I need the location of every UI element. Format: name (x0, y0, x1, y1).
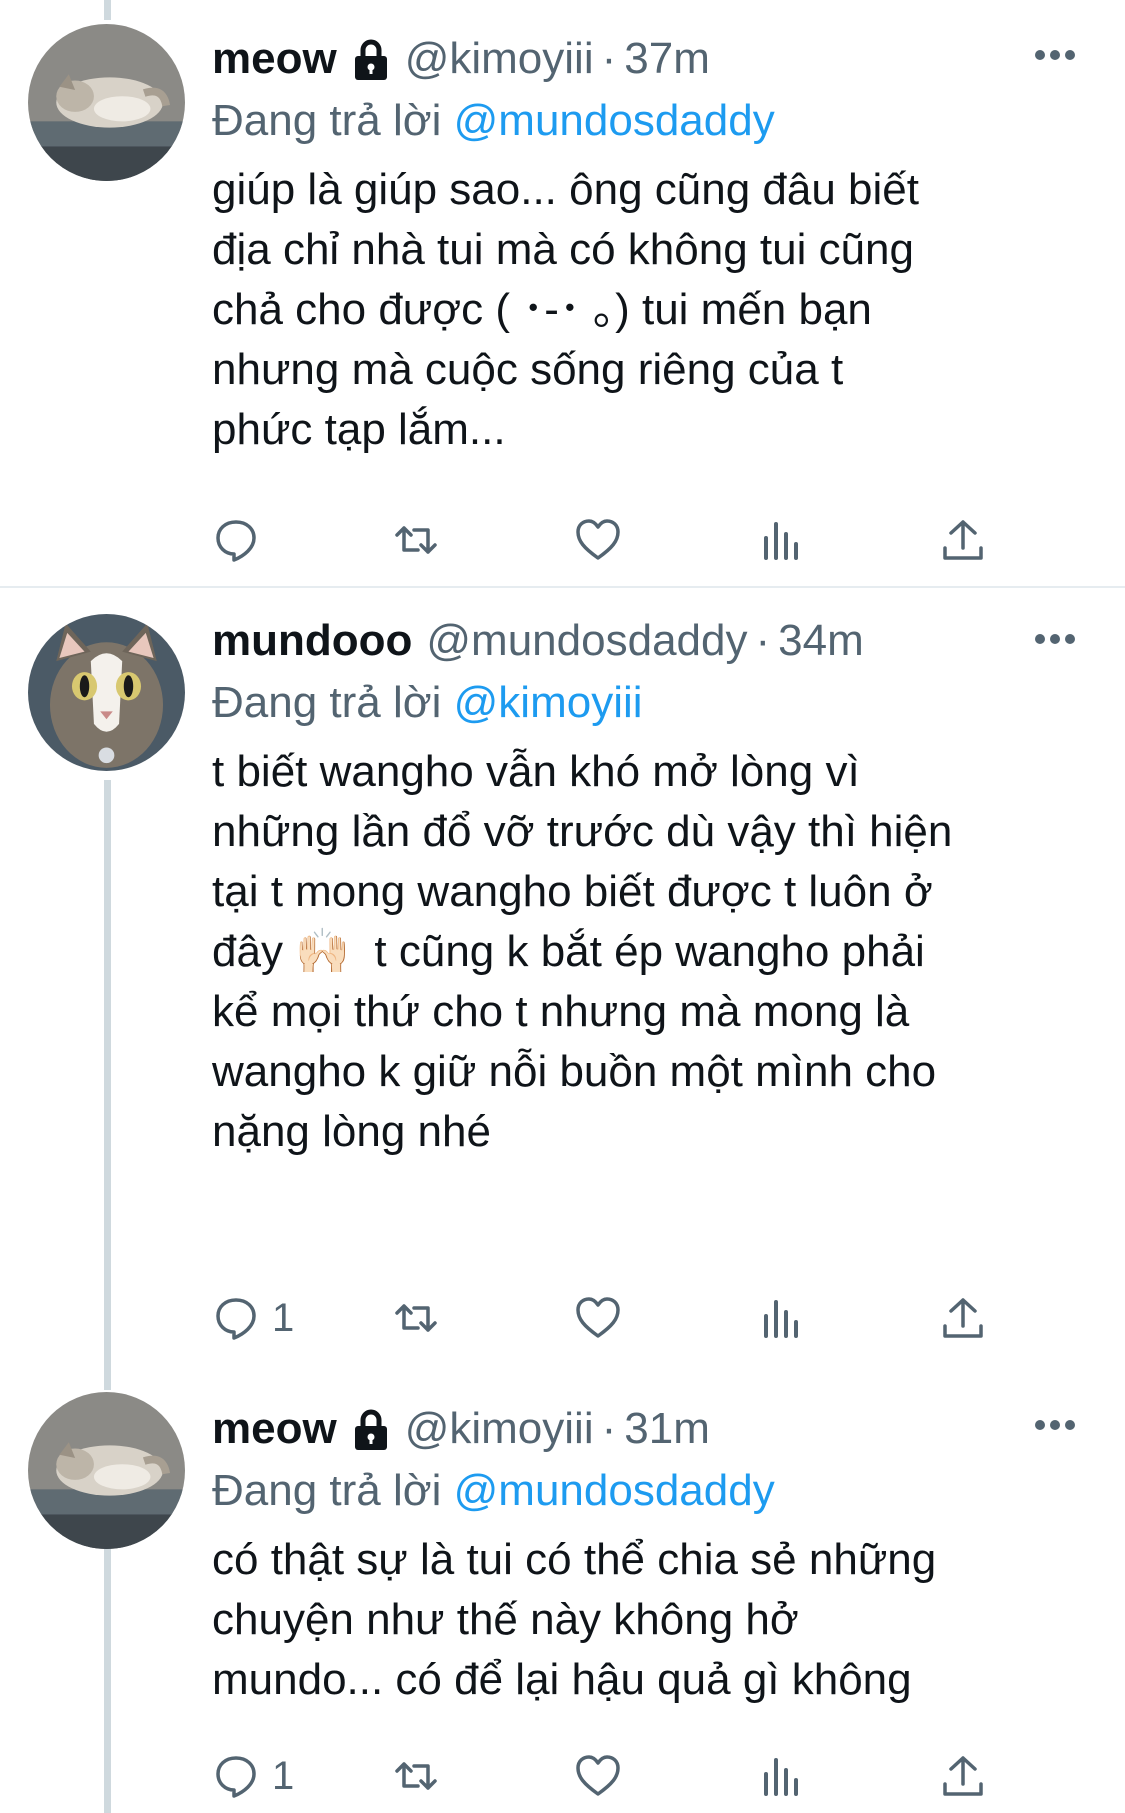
share-button[interactable] (939, 510, 987, 570)
like-button[interactable] (574, 1746, 622, 1806)
retweet-button[interactable] (392, 510, 440, 570)
more-options-icon[interactable] (1033, 632, 1077, 646)
separator-dot: · (601, 34, 617, 83)
tweet[interactable]: meow @kimoyiii · 37m Đang trả lời @mundo… (0, 0, 1125, 585)
display-name[interactable]: meow (212, 1398, 337, 1460)
reply-icon (216, 1298, 256, 1340)
user-handle[interactable]: @kimoyiii (405, 28, 594, 90)
action-bar: 1 (212, 1746, 1012, 1806)
tabby-cat-avatar-icon (28, 614, 185, 771)
replying-to: Đang trả lời @mundosdaddy (212, 90, 1085, 152)
avatar[interactable] (28, 24, 185, 181)
tweet-header: mundooo @mundosdaddy · 34m (212, 610, 1085, 672)
action-bar: 1 (212, 1288, 1012, 1348)
heart-icon (576, 1297, 620, 1338)
replying-to-label: Đang trả lời (212, 1466, 442, 1515)
user-handle[interactable]: @mundosdaddy (426, 610, 747, 672)
share-button[interactable] (939, 1746, 987, 1806)
timestamp[interactable]: 34m (778, 610, 864, 672)
tweet-header: meow @kimoyiii · 37m (212, 28, 1085, 90)
display-name[interactable]: mundooo (212, 610, 412, 672)
action-bar (212, 510, 1012, 570)
lock-icon (354, 1409, 387, 1450)
more-options-icon[interactable] (1033, 48, 1077, 62)
reply-icon (216, 1756, 256, 1798)
retweet-icon (395, 1762, 437, 1790)
tweet-header: meow @kimoyiii · 31m (212, 1398, 1085, 1460)
retweet-icon (395, 526, 437, 554)
reply-count: 1 (272, 1753, 295, 1798)
separator-dot: · (601, 1404, 617, 1453)
more-options-icon[interactable] (1033, 1418, 1077, 1432)
replying-to: Đang trả lời @kimoyiii (212, 672, 1085, 734)
share-button[interactable] (939, 1288, 987, 1348)
reply-button[interactable] (212, 510, 272, 570)
like-button[interactable] (574, 510, 622, 570)
heart-icon (576, 1755, 620, 1796)
heart-icon (576, 519, 620, 560)
sleeping-cat-avatar-icon (28, 1392, 185, 1549)
share-icon (943, 1298, 983, 1338)
reply-icon (216, 520, 256, 562)
mention-link[interactable]: @mundosdaddy (454, 1466, 775, 1515)
mention-link[interactable]: @kimoyiii (454, 678, 643, 727)
lock-icon (354, 39, 387, 80)
analytics-icon (764, 1758, 798, 1796)
reply-button[interactable]: 1 (212, 1288, 294, 1348)
share-icon (943, 1756, 983, 1796)
analytics-icon (764, 1300, 798, 1338)
timestamp[interactable]: 31m (624, 1398, 710, 1460)
avatar[interactable] (28, 1392, 185, 1549)
replying-to-label: Đang trả lời (212, 678, 442, 727)
retweet-button[interactable] (392, 1746, 440, 1806)
analytics-icon (764, 522, 798, 560)
sleeping-cat-avatar-icon (28, 24, 185, 181)
user-handle[interactable]: @kimoyiii (405, 1398, 594, 1460)
like-button[interactable] (574, 1288, 622, 1348)
avatar[interactable] (28, 614, 185, 771)
retweet-icon (395, 1304, 437, 1332)
views-button[interactable] (758, 510, 806, 570)
tweet[interactable]: meow @kimoyiii · 31m Đang trả lời @mundo… (0, 1368, 1125, 1813)
tweet[interactable]: mundooo @mundosdaddy · 34m Đang trả lời … (0, 588, 1125, 1368)
retweet-button[interactable] (392, 1288, 440, 1348)
views-button[interactable] (758, 1746, 806, 1806)
tweet-text: giúp là giúp sao... ông cũng đâu biết đị… (212, 165, 919, 454)
tweet-text: có thật sự là tui có thể chia sẻ những c… (212, 1535, 937, 1704)
timestamp[interactable]: 37m (624, 28, 710, 90)
display-name[interactable]: meow (212, 28, 337, 90)
mention-link[interactable]: @mundosdaddy (454, 96, 775, 145)
reply-count: 1 (272, 1295, 295, 1340)
share-icon (943, 520, 983, 560)
separator-dot: · (755, 616, 771, 665)
replying-to-label: Đang trả lời (212, 96, 442, 145)
replying-to: Đang trả lời @mundosdaddy (212, 1460, 1085, 1522)
reply-button[interactable]: 1 (212, 1746, 294, 1806)
views-button[interactable] (758, 1288, 806, 1348)
tweet-text: t biết wangho vẫn khó mở lòng vì những l… (212, 747, 953, 1156)
